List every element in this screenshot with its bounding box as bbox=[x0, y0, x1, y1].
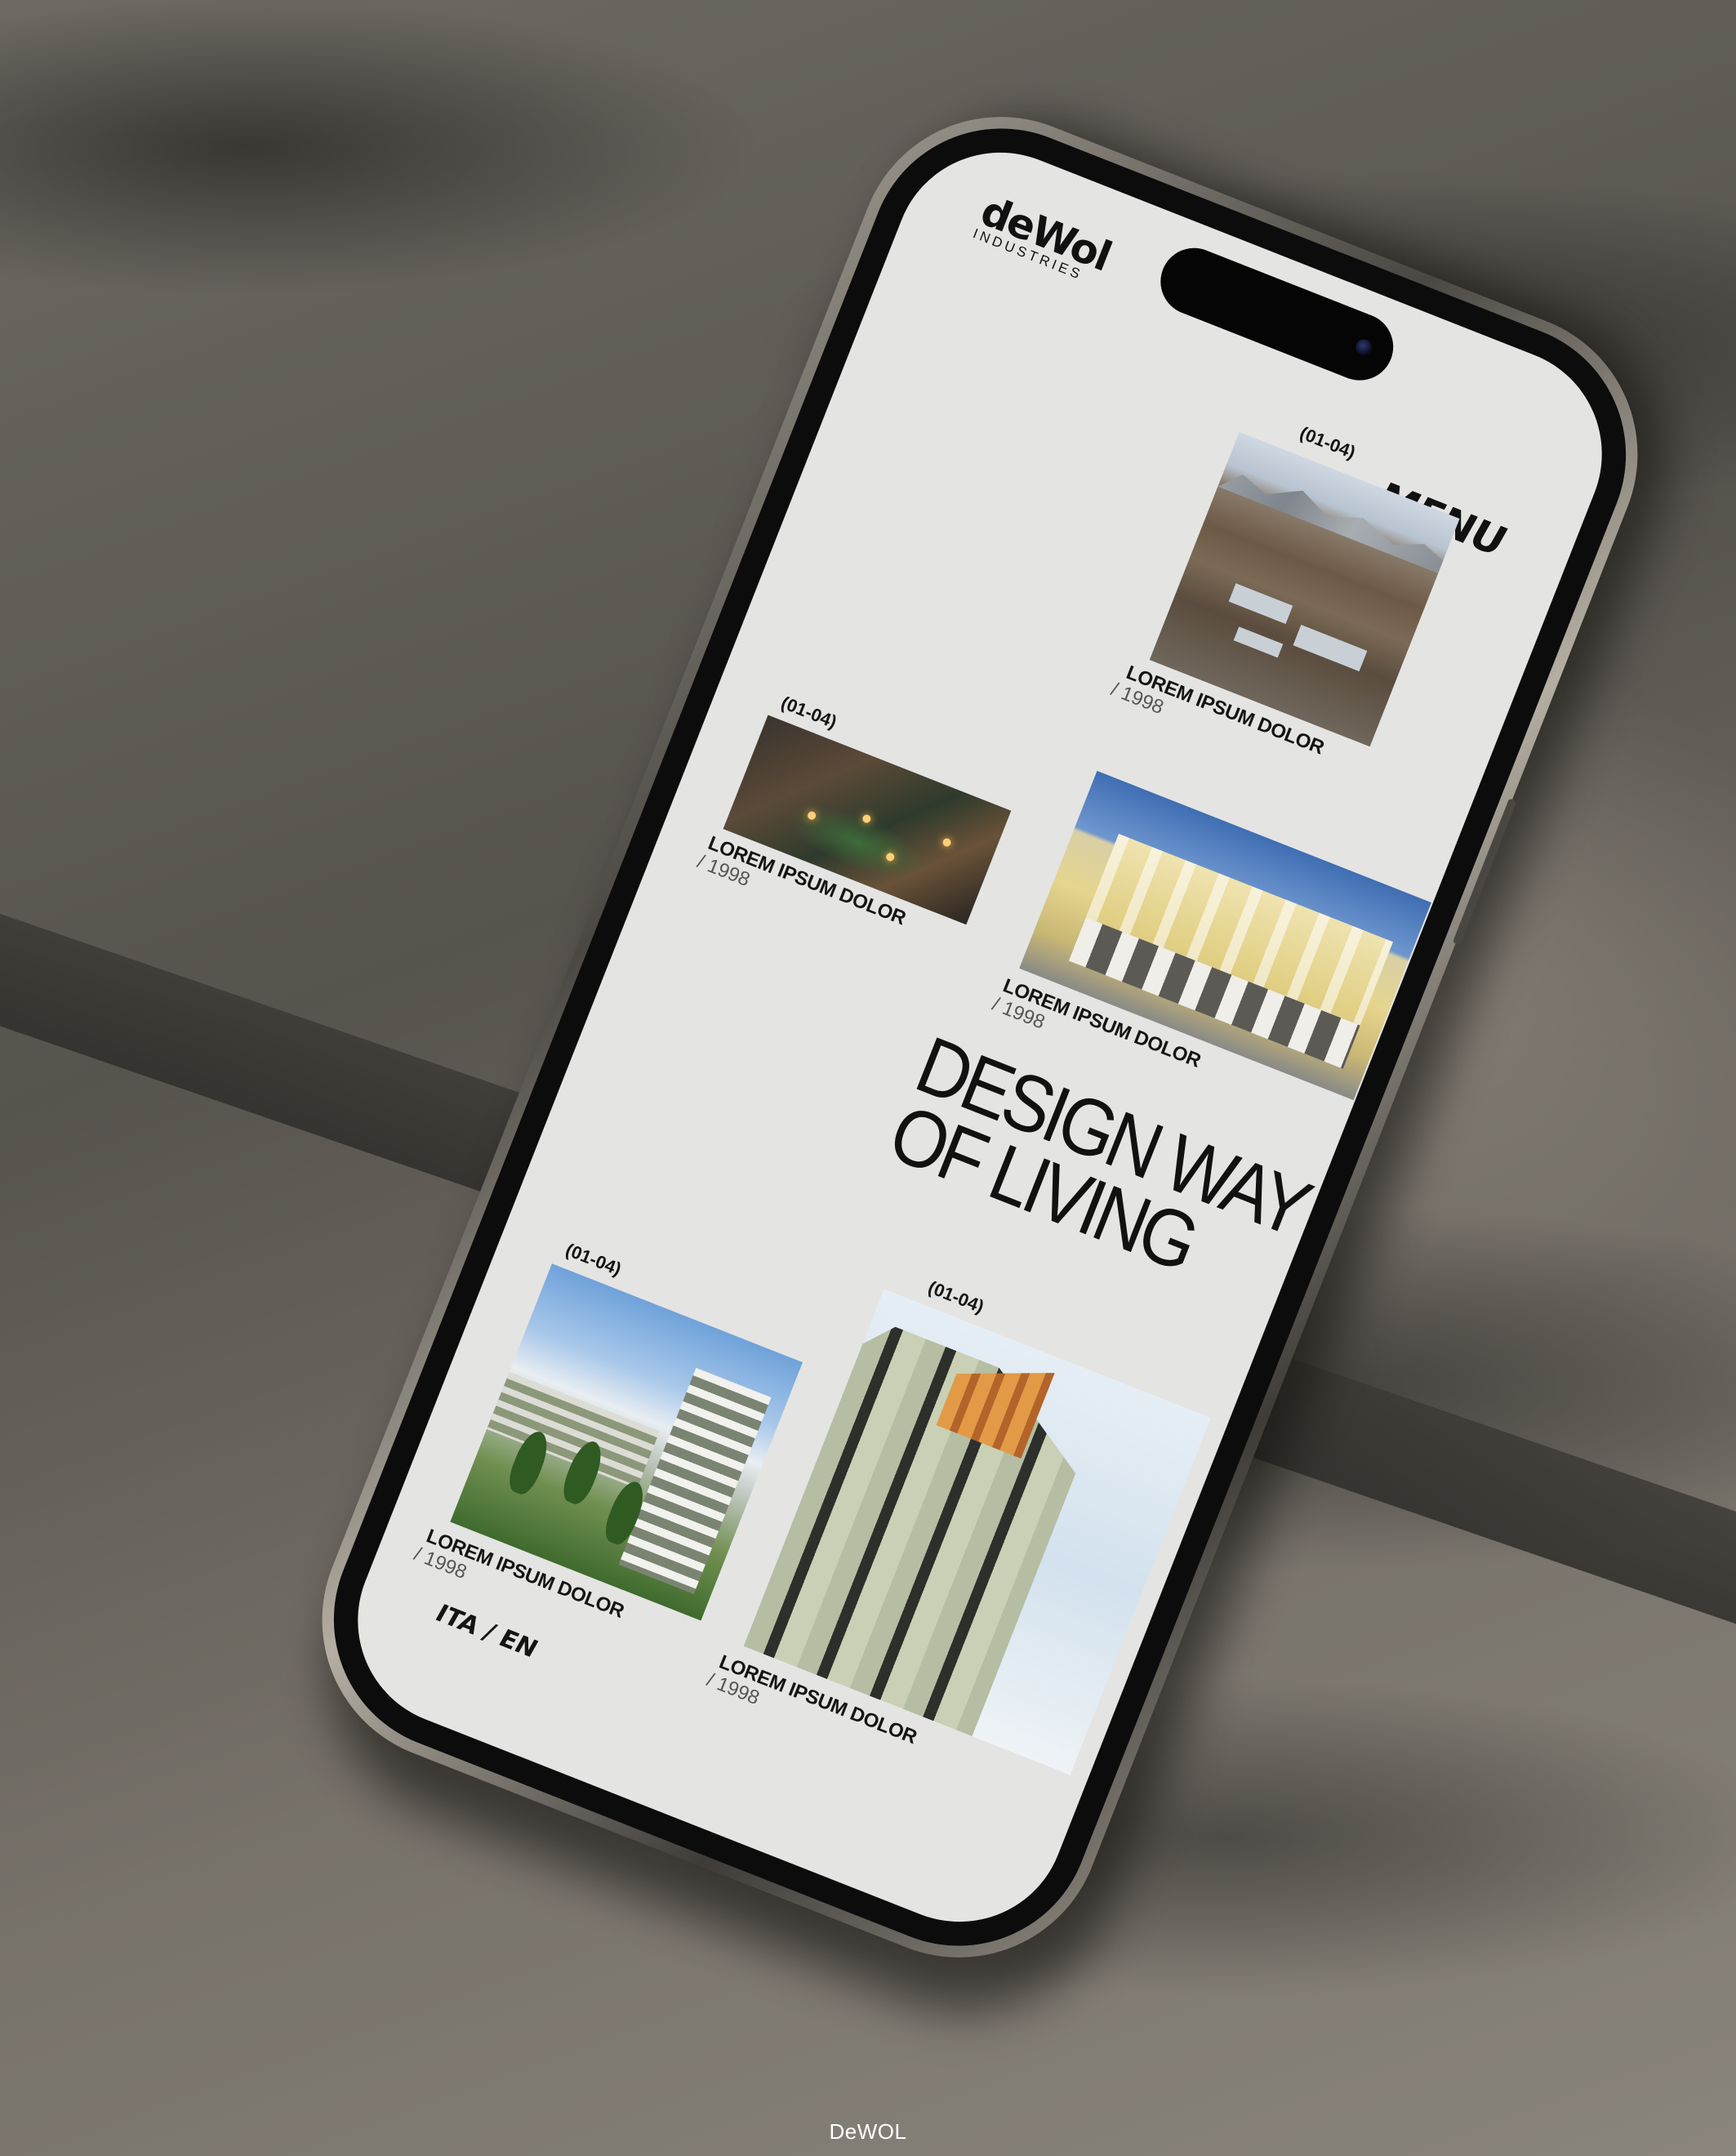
project-card[interactable]: (01-04) LOREM IPSUM DOLOR / 1998 bbox=[692, 686, 1044, 991]
project-image[interactable] bbox=[1019, 770, 1431, 1101]
project-count: (01-04) bbox=[1297, 422, 1359, 463]
roof bbox=[1233, 626, 1284, 658]
lamp bbox=[885, 852, 897, 863]
roof bbox=[1228, 583, 1293, 625]
roof bbox=[1293, 624, 1368, 671]
lamp bbox=[861, 813, 872, 824]
lamp bbox=[806, 810, 817, 821]
brand-logo[interactable]: deWol INDUSTRIES bbox=[971, 187, 1117, 289]
lamp bbox=[941, 837, 953, 849]
watermark: DeWOL bbox=[829, 2119, 907, 2144]
camera-icon bbox=[1353, 336, 1375, 359]
mountains bbox=[1217, 455, 1450, 573]
project-card[interactable]: (01-04) LOREM IPSUM DOLOR / 1998 bbox=[1093, 386, 1502, 804]
